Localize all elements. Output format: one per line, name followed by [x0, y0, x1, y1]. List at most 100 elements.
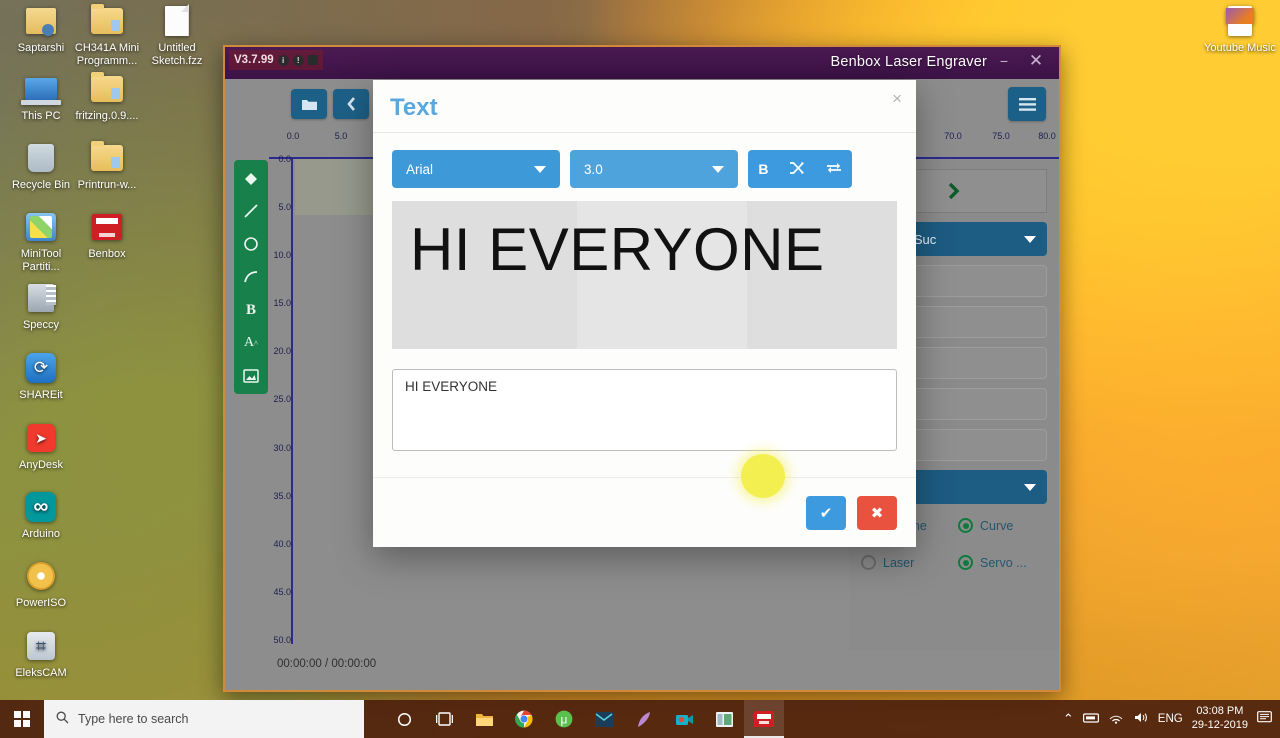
desktop-icon-speccy[interactable]: Speccy	[4, 281, 78, 332]
left-tool-palette: B A ^	[234, 160, 268, 394]
desktop-icon-this-pc[interactable]: This PC	[4, 72, 78, 123]
chevron-left-icon[interactable]	[333, 89, 369, 119]
dialog-footer: ✔ ✖	[373, 477, 916, 547]
tray-network-icon[interactable]	[1108, 712, 1124, 727]
close-window-button[interactable]: ✕	[1023, 49, 1049, 73]
font-size-select[interactable]: 3.0	[570, 150, 738, 188]
chevron-down-icon	[712, 165, 724, 173]
close-icon[interactable]: ×	[892, 89, 902, 109]
cortana-icon[interactable]	[384, 700, 424, 738]
search-input[interactable]: Type here to search	[44, 700, 364, 738]
desktop-icon-arduino[interactable]: Arduino	[4, 490, 78, 541]
desktop-icon-ch341a[interactable]: CH341A Mini Programm...	[70, 4, 144, 67]
file-explorer-icon[interactable]	[464, 700, 504, 738]
elapsed-total-time: 00:00:00 / 00:00:00	[277, 658, 377, 670]
email-icon[interactable]	[584, 700, 624, 738]
desktop-icon-recycle-bin[interactable]: Recycle Bin	[4, 141, 78, 192]
image-tool[interactable]	[239, 364, 263, 388]
ruler-tick: 70.0	[944, 131, 962, 141]
svg-text:μ: μ	[561, 713, 568, 727]
text-input-value: HI EVERYONE	[405, 379, 498, 394]
tray-chevron-up-icon[interactable]: ⌃	[1063, 711, 1074, 727]
desktop-icon-label: MiniTool Partiti...	[20, 248, 62, 273]
text-tool[interactable]: A ^	[239, 331, 263, 355]
desktop-icon-shareit[interactable]: SHAREit	[4, 351, 78, 402]
folder-open-icon[interactable]	[291, 89, 327, 119]
ruler-tick: 0.0	[278, 154, 291, 164]
chevron-down-icon	[1024, 235, 1036, 243]
windows-start-icon[interactable]	[0, 700, 44, 738]
line-tool[interactable]	[239, 199, 263, 223]
notifications-icon[interactable]	[1257, 711, 1272, 727]
desktop-icon-label: Printrun-w...	[77, 179, 137, 191]
flag-icon[interactable]	[307, 55, 318, 65]
radio-servo[interactable]: Servo ...	[958, 555, 1047, 570]
radio-curve[interactable]: Curve	[958, 518, 1047, 533]
radio-laser[interactable]: Laser	[861, 555, 950, 570]
desktop-icon-label: AnyDesk	[18, 459, 64, 471]
circle-tool[interactable]	[239, 232, 263, 256]
tray-volume-icon[interactable]	[1133, 711, 1149, 727]
window-titlebar: V3.7.99 i ! Benbox Laser Engraver − ✕	[225, 47, 1059, 79]
benbox-taskbar-icon[interactable]	[744, 700, 784, 738]
chrome-icon[interactable]	[504, 700, 544, 738]
shareit-icon	[24, 351, 58, 385]
dialog-header: Text ×	[373, 80, 916, 133]
folder-icon	[90, 72, 124, 106]
ruler-tick: 30.0	[273, 443, 291, 453]
benbox-app-window: V3.7.99 i ! Benbox Laser Engraver − ✕ 0.…	[223, 45, 1061, 692]
desktop-icon-benbox[interactable]: Benbox	[70, 210, 144, 261]
swap-button[interactable]	[826, 161, 842, 178]
tag-tool[interactable]	[239, 166, 263, 190]
text-input[interactable]: HI EVERYONE	[392, 369, 897, 451]
search-icon	[56, 711, 69, 727]
desktop-icon-label: Recycle Bin	[11, 179, 71, 191]
curve-tool[interactable]	[239, 265, 263, 289]
task-view-icon[interactable]	[424, 700, 464, 738]
ruler-tick: 0.0	[286, 131, 300, 141]
desktop-icon-label: PowerISO	[15, 597, 67, 609]
hamburger-menu-icon[interactable]	[1008, 87, 1046, 121]
version-text: V3.7.99	[234, 54, 274, 66]
shuffle-button[interactable]	[789, 161, 805, 178]
info-icon-1[interactable]: i	[277, 54, 289, 66]
confirm-button[interactable]: ✔	[806, 495, 846, 530]
bold-text-tool[interactable]: B	[239, 298, 263, 322]
desktop-icon-elekscam[interactable]: EleksCAM	[4, 629, 78, 680]
preview-text: HI EVERYONE	[410, 216, 825, 283]
utorrent-icon[interactable]: μ	[544, 700, 584, 738]
app-window-icon[interactable]	[704, 700, 744, 738]
tray-keyboard-icon[interactable]	[1082, 712, 1099, 727]
clock[interactable]: 03:08 PM 29-12-2019	[1192, 705, 1248, 733]
cancel-button[interactable]: ✖	[857, 495, 897, 530]
tray-language-label[interactable]: ENG	[1158, 713, 1183, 725]
desktop-icon-poweriso[interactable]: PowerISO	[4, 559, 78, 610]
clock-time: 03:08 PM	[1196, 705, 1244, 718]
chevron-down-icon	[1024, 483, 1036, 491]
dialog-title: Text	[390, 94, 438, 121]
desktop-icon-printrun[interactable]: Printrun-w...	[70, 141, 144, 192]
font-family-select[interactable]: Arial	[392, 150, 560, 188]
minimize-button[interactable]: −	[991, 49, 1017, 73]
feather-editor-icon[interactable]	[624, 700, 664, 738]
ruler-tick: 15.0	[273, 298, 291, 308]
desktop-icon-anydesk[interactable]: AnyDesk	[4, 421, 78, 472]
anydesk-icon	[24, 421, 58, 455]
desktop-icon-label: EleksCAM	[15, 667, 67, 679]
this-pc-icon	[21, 72, 61, 106]
info-icon-2[interactable]: !	[292, 54, 304, 66]
ruler-tick: 5.0	[278, 202, 291, 212]
bold-button[interactable]: B	[758, 161, 768, 177]
desktop-icon-untitled-sketch[interactable]: Untitled Sketch.fzz	[140, 4, 214, 67]
desktop-icon-saptarshi[interactable]: Saptarshi	[4, 4, 78, 55]
ruler-tick: 25.0	[273, 394, 291, 404]
document-icon	[160, 4, 194, 38]
user-folder-icon	[24, 4, 58, 38]
ruler-tick: 10.0	[273, 250, 291, 260]
camera-icon[interactable]	[664, 700, 704, 738]
font-size-value: 3.0	[584, 161, 603, 177]
desktop-icon-fritzing[interactable]: fritzing.0.9....	[70, 72, 144, 123]
desktop-icon-minitool[interactable]: MiniTool Partiti...	[4, 210, 78, 273]
status-bar: 00:00:00 / 00:00:00	[225, 650, 1059, 690]
desktop-icon-youtube-music[interactable]: Youtube Music	[1203, 4, 1277, 55]
